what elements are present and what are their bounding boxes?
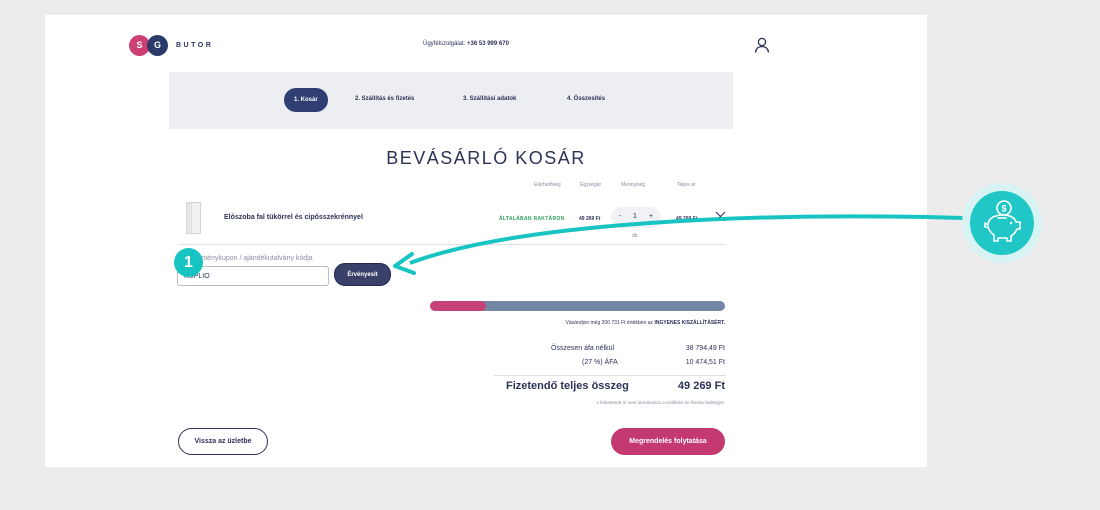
free-shipping-bold: INGYENES KISZÁLLÍTÁSÉRT. (654, 320, 725, 326)
step-cart[interactable]: 1. Kosár (284, 88, 328, 112)
apply-coupon-button[interactable]: Érvényesít (334, 263, 391, 286)
checkout-steps: 1. Kosár 2. Szállítás és fizetés 3. Szál… (169, 72, 733, 129)
page-title: BEVÁSÁRLÓ KOSÁR (386, 148, 586, 168)
qty-value[interactable]: 1 (633, 213, 637, 220)
availability-status: ÁLTALÁBAN RAKTÁRON (499, 216, 565, 222)
qty-increase-button[interactable]: + (649, 213, 653, 220)
remove-item-icon[interactable] (715, 211, 726, 222)
total-value: 49 269 Ft (677, 380, 725, 392)
free-shipping-text: Vásároljon még 200 731 Ft értékben az IN… (565, 320, 725, 326)
col-availability: Elérhetőség (534, 182, 561, 188)
vat-label: (27 %) ÁFA (582, 359, 618, 366)
continue-order-button[interactable]: Megrendelés folytatása (611, 428, 725, 455)
net-value: 38 794,49 Ft (685, 345, 725, 352)
back-to-shop-button[interactable]: Vissza az üzletbe (178, 428, 268, 455)
qty-decrease-button[interactable]: - (619, 213, 621, 220)
summary-divider (494, 375, 726, 376)
piggy-bank-badge: $ (962, 183, 1042, 263)
step-shipping-details[interactable]: 3. Szállítási adatok (463, 96, 516, 102)
step-summary[interactable]: 4. Összesítés (567, 96, 605, 102)
user-icon[interactable] (754, 37, 770, 53)
svg-text:$: $ (1001, 204, 1006, 214)
logo-word: BUTOR (176, 41, 214, 49)
free-shipping-progress (430, 301, 725, 311)
product-name[interactable]: Előszoba fal tükörrel és cipősszekrénnye… (224, 214, 363, 221)
price-note: A feltüntetett ár nem tartalmazza a szál… (596, 400, 725, 405)
total-label: Fizetendő teljes összeg (506, 380, 629, 392)
quantity-stepper: - 1 + (611, 207, 661, 228)
vat-value: 10 474,51 Ft (685, 359, 725, 366)
support-phone[interactable]: +36 53 999 670 (467, 41, 509, 47)
step-shipping-payment[interactable]: 2. Szállítás és fizetés (355, 96, 414, 102)
piggy-bank-coin-icon: $ (984, 200, 1021, 242)
qty-unit: db (632, 233, 638, 239)
step-badge: 1 (174, 248, 203, 277)
free-shipping-prefix: Vásároljon még 200 731 Ft értékben az (565, 320, 654, 326)
divider (178, 244, 725, 245)
net-label: Összesen áfa nélkül (551, 345, 615, 352)
cart-page: S G BUTOR Ügyfélszolgálat: +36 53 999 67… (45, 15, 927, 467)
logo[interactable]: S G BUTOR (129, 34, 213, 56)
support-info: Ügyfélszolgálat: +36 53 999 670 (423, 41, 509, 47)
col-total-price: Teljes ár (677, 182, 696, 188)
line-total-price: 49 269 Ft (676, 216, 698, 222)
logo-circle-g: G (147, 34, 168, 56)
progress-fill (430, 301, 487, 311)
support-label: Ügyfélszolgálat: (423, 41, 466, 47)
product-thumbnail[interactable] (186, 202, 201, 234)
col-quantity: Mennyiség (621, 182, 646, 188)
unit-price: 49 269 Ft (579, 216, 601, 222)
col-unit-price: Egységár (580, 182, 602, 188)
